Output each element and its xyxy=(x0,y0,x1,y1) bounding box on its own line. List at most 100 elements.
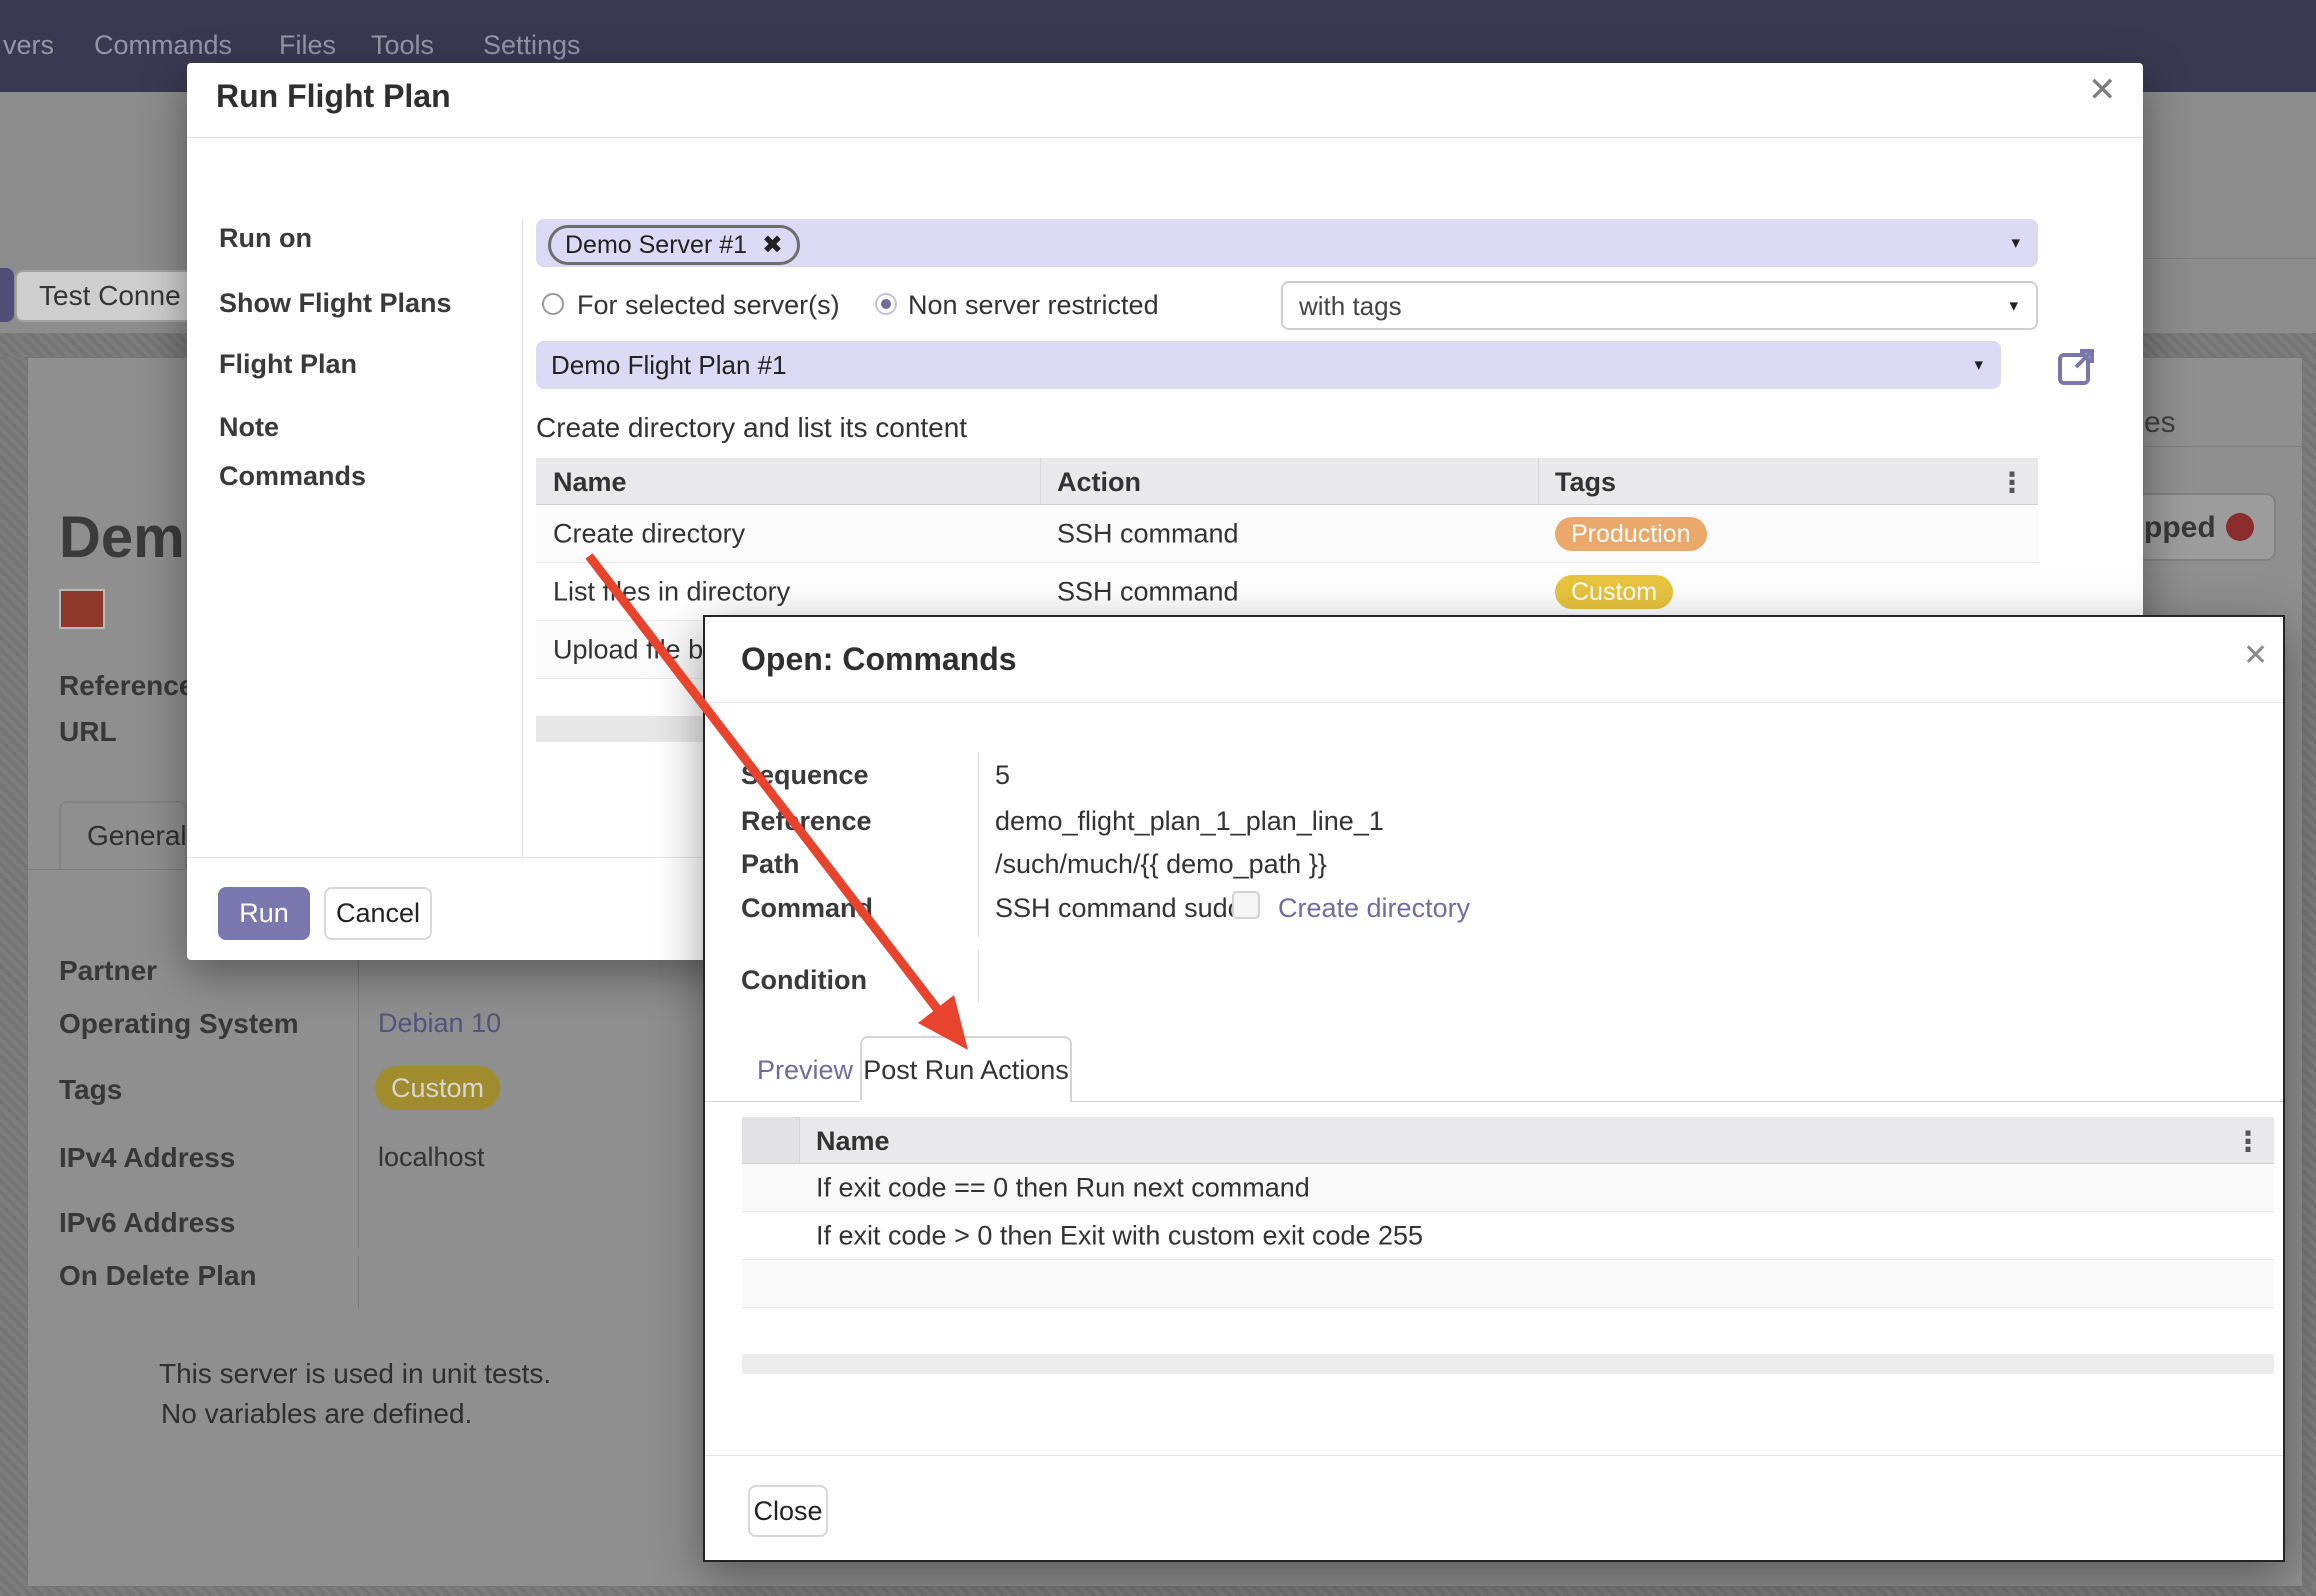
external-link-icon[interactable] xyxy=(2056,345,2098,387)
run-on-select[interactable]: Demo Server #1 ✖ ▾ xyxy=(536,219,2038,267)
status-dot-icon xyxy=(2226,513,2254,541)
run-button[interactable]: Run xyxy=(218,887,310,940)
status-label-partial: pped xyxy=(2144,511,2216,545)
row-tag-badge: Custom xyxy=(1555,575,1673,609)
smart-button-partial-text: es xyxy=(2144,406,2176,440)
commands-label: Commands xyxy=(219,461,366,492)
nav-item-settings[interactable]: Settings xyxy=(483,30,581,61)
status-button-stopped[interactable]: pped xyxy=(2136,493,2276,561)
fp-col-action[interactable]: Action xyxy=(1057,467,1141,498)
cancel-button-label: Cancel xyxy=(336,898,420,929)
partner-label: Partner xyxy=(59,955,157,987)
operating-system-value[interactable]: Debian 10 xyxy=(378,1008,501,1039)
modal-header-divider xyxy=(187,137,2143,138)
run-flight-plan-modal-title: Run Flight Plan xyxy=(216,78,451,115)
tab-underline xyxy=(28,869,188,870)
test-connection-button[interactable]: Test Conne xyxy=(15,270,200,322)
sequence-value: 5 xyxy=(995,760,1010,791)
row-tag-badge: Production xyxy=(1555,517,1707,551)
row-action: SSH command xyxy=(1057,518,1239,549)
row-name: Upload file by xyxy=(553,634,717,665)
unit-note-line2: No variables are defined. xyxy=(161,1398,472,1430)
condition-label: Condition xyxy=(741,965,867,996)
tab-active-mask xyxy=(860,1100,1070,1102)
server-tag-pill[interactable]: Demo Server #1 ✖ xyxy=(548,225,800,265)
chevron-down-icon: ▾ xyxy=(2009,296,2018,316)
field-divider-line xyxy=(358,946,359,1248)
ipv4-label: IPv4 Address xyxy=(59,1142,235,1174)
command-link[interactable]: Create directory xyxy=(1278,893,1470,924)
nav-item-files[interactable]: Files xyxy=(279,30,336,61)
tab-general[interactable]: General xyxy=(59,801,187,869)
sudo-checkbox[interactable] xyxy=(1232,891,1260,919)
pra-table-row-empty xyxy=(742,1260,2274,1308)
fp-table-row[interactable]: Create directory SSH command Production xyxy=(536,505,2038,563)
chevron-down-icon: ▾ xyxy=(1974,355,1983,375)
pra-table-header: Name ⋮ xyxy=(742,1117,2274,1164)
run-on-label: Run on xyxy=(219,223,312,254)
tab-preview[interactable]: Preview xyxy=(757,1055,853,1086)
table-options-icon[interactable]: ⋮ xyxy=(1998,466,2026,499)
field-divider-line-2 xyxy=(358,1256,359,1308)
nav-item-commands[interactable]: Commands xyxy=(94,30,232,61)
field-divider xyxy=(978,950,979,1002)
open-commands-modal-title: Open: Commands xyxy=(741,641,1017,678)
flight-plan-label: Flight Plan xyxy=(219,349,357,380)
row-action: SSH command xyxy=(1057,576,1239,607)
path-value: /such/much/{{ demo_path }} xyxy=(995,849,1327,880)
page-margin-hatch-right xyxy=(2301,357,2316,1596)
run-button-label: Run xyxy=(239,898,289,929)
url-label: URL xyxy=(59,716,117,748)
nav-item-servers[interactable]: vers xyxy=(3,30,54,61)
header-divider-right xyxy=(2140,446,2302,447)
table-options-icon[interactable]: ⋮ xyxy=(2234,1125,2262,1158)
pra-col-name[interactable]: Name xyxy=(816,1126,890,1157)
cancel-button[interactable]: Cancel xyxy=(324,887,432,940)
close-button[interactable]: Close xyxy=(748,1485,828,1537)
reference-label: Reference xyxy=(59,670,194,702)
pra-table-row[interactable]: If exit code > 0 then Exit with custom e… xyxy=(742,1212,2274,1260)
pra-table-row[interactable]: If exit code == 0 then Run next command xyxy=(742,1164,2274,1212)
command-value: SSH command sudo xyxy=(995,893,1243,924)
show-flight-plans-label: Show Flight Plans xyxy=(219,288,452,319)
reference-value: demo_flight_plan_1_plan_line_1 xyxy=(995,806,1384,837)
sidebar-divider xyxy=(522,218,523,858)
page-root: vers Commands Files Tools Settings Test … xyxy=(0,0,2316,1596)
primary-action-button-partial[interactable] xyxy=(0,268,14,322)
modal-header-divider xyxy=(705,702,2283,703)
tag-remove-icon[interactable]: ✖ xyxy=(762,231,783,259)
ipv6-label: IPv6 Address xyxy=(59,1207,235,1239)
operating-system-label: Operating System xyxy=(59,1008,299,1040)
control-bar-divider xyxy=(2143,258,2316,259)
color-swatch[interactable] xyxy=(59,589,105,629)
radio-for-selected-servers[interactable] xyxy=(542,293,564,315)
note-label: Note xyxy=(219,412,279,443)
close-icon[interactable]: ✕ xyxy=(2088,73,2117,107)
tab-post-run-actions[interactable]: Post Run Actions xyxy=(860,1036,1072,1102)
with-tags-select[interactable]: with tags ▾ xyxy=(1281,281,2038,330)
radio-for-selected-servers-label: For selected server(s) xyxy=(577,290,840,321)
page-margin-hatch-left xyxy=(0,357,27,1596)
flight-plan-select[interactable]: Demo Flight Plan #1 ▾ xyxy=(536,341,2001,389)
row-name: If exit code == 0 then Run next command xyxy=(816,1172,1310,1203)
chevron-down-icon: ▾ xyxy=(2011,233,2020,253)
ipv4-value: localhost xyxy=(378,1142,485,1173)
command-label: Command xyxy=(741,893,873,924)
tab-post-run-actions-label: Post Run Actions xyxy=(863,1055,1069,1086)
radio-non-server-restricted-label: Non server restricted xyxy=(908,290,1159,321)
fp-table-row[interactable]: List files in directory SSH command Cust… xyxy=(536,563,2038,621)
table-scrollbar[interactable] xyxy=(742,1354,2274,1374)
close-icon[interactable]: ✕ xyxy=(2243,639,2268,673)
fp-col-tags[interactable]: Tags xyxy=(1555,467,1616,498)
fp-col-name[interactable]: Name xyxy=(553,467,627,498)
server-tag-label: Demo Server #1 xyxy=(565,231,747,259)
test-connection-label: Test Conne xyxy=(39,280,181,312)
row-name: If exit code > 0 then Exit with custom e… xyxy=(816,1220,1423,1251)
radio-non-server-restricted[interactable] xyxy=(875,293,897,315)
unit-note-line1: This server is used in unit tests. xyxy=(159,1358,551,1390)
modal-footer-divider xyxy=(705,1455,2283,1456)
path-label: Path xyxy=(741,849,800,880)
col-divider xyxy=(1538,458,1539,504)
reference-label: Reference xyxy=(741,806,872,837)
nav-item-tools[interactable]: Tools xyxy=(371,30,434,61)
